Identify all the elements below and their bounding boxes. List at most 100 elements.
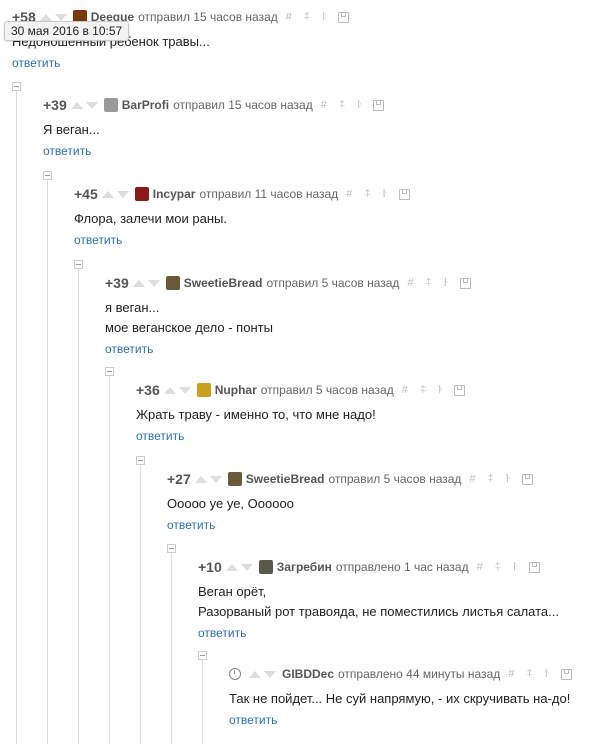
upvote-icon[interactable]	[249, 670, 261, 678]
downvote-icon[interactable]	[85, 101, 98, 109]
link-icon[interactable]: #	[286, 11, 298, 23]
save-icon[interactable]	[459, 277, 471, 289]
reply-link[interactable]: ответить	[229, 713, 277, 727]
reply-link[interactable]: ответить	[198, 626, 246, 640]
save-icon[interactable]	[521, 473, 533, 485]
avatar[interactable]	[134, 187, 149, 201]
comment-author[interactable]: SweetieBread	[246, 472, 325, 486]
downvote-icon[interactable]	[178, 386, 191, 394]
reply-link[interactable]: ответить	[105, 342, 153, 356]
save-icon[interactable]	[398, 188, 410, 200]
collapse-toggle[interactable]	[198, 651, 207, 660]
comment-rating: +39	[43, 97, 67, 113]
upvote-icon[interactable]	[225, 563, 238, 571]
comment-time: отправлено 44 минуты назад	[338, 667, 501, 681]
save-icon[interactable]	[338, 11, 350, 23]
comment-author[interactable]: Incypar	[153, 187, 196, 201]
comment-author[interactable]: GIBDDec	[282, 667, 334, 681]
reply-link[interactable]: ответить	[167, 518, 215, 532]
downvote-icon[interactable]	[116, 190, 129, 198]
comment: +10 Загребин отправлено 1 час назад # ⍏ ŀ Вега…	[198, 558, 559, 642]
collapse-toggle[interactable]	[136, 456, 145, 465]
avatar[interactable]	[103, 98, 118, 112]
collapse-toggle[interactable]	[43, 171, 52, 180]
thread-line	[202, 657, 203, 744]
link-icon[interactable]: #	[402, 384, 414, 396]
comment-author[interactable]: Загребин	[277, 560, 332, 574]
comment-body: Жрать траву - именно то, что мне надо!	[136, 405, 465, 425]
thread-line	[109, 373, 110, 744]
downvote-icon[interactable]	[54, 13, 67, 21]
parent-icon[interactable]: ⍏	[488, 473, 501, 486]
avatar[interactable]	[227, 472, 242, 486]
thread-line	[78, 266, 79, 744]
comment-author[interactable]: Nuphar	[215, 383, 257, 397]
comment-text-line: Жрать траву - именно то, что мне надо!	[136, 407, 376, 422]
downvote-icon[interactable]	[147, 279, 160, 287]
reply-link[interactable]: ответить	[136, 429, 184, 443]
clock-icon	[229, 668, 241, 680]
thread-line	[47, 177, 48, 744]
comment: GIBDDec отправлено 44 минуты назад # ⍏ ŀ Так …	[229, 665, 572, 729]
avatar[interactable]	[196, 383, 211, 397]
downvote-icon[interactable]	[209, 475, 222, 483]
comment-rating: +27	[167, 471, 191, 487]
save-icon[interactable]	[529, 561, 541, 573]
comment-text-line: Так не пойдет... Не суй напрямую, - их с…	[229, 691, 571, 706]
avatar[interactable]	[258, 560, 273, 574]
parent-icon[interactable]: ⍏	[420, 384, 433, 397]
save-icon[interactable]	[454, 384, 466, 396]
link-icon[interactable]: #	[346, 188, 358, 200]
branch-icon[interactable]: ŀ	[506, 473, 516, 485]
thread-line	[16, 88, 17, 744]
comment-author[interactable]: SweetieBread	[184, 276, 263, 290]
comment-rating: +36	[136, 382, 160, 398]
collapse-toggle[interactable]	[12, 82, 21, 91]
comment-tools: # ⍏ ŀ	[346, 188, 410, 201]
branch-icon[interactable]: ŀ	[383, 188, 393, 200]
reply-link[interactable]: ответить	[12, 56, 60, 70]
link-icon[interactable]: #	[469, 473, 481, 485]
collapse-toggle[interactable]	[105, 367, 114, 376]
upvote-icon[interactable]	[70, 101, 83, 109]
downvote-icon[interactable]	[240, 563, 253, 571]
comment-rating: +10	[198, 559, 222, 575]
branch-icon[interactable]: ŀ	[513, 561, 523, 573]
comment-body: Я веган...	[43, 120, 384, 140]
comment-rating: +45	[74, 186, 98, 202]
upvote-icon[interactable]	[132, 279, 145, 287]
downvote-icon[interactable]	[264, 670, 276, 678]
link-icon[interactable]: #	[321, 99, 333, 111]
parent-icon[interactable]: ⍏	[339, 99, 352, 112]
parent-icon[interactable]: ⍏	[526, 668, 539, 681]
upvote-icon[interactable]	[194, 475, 207, 483]
branch-icon[interactable]: ŀ	[438, 384, 448, 396]
upvote-icon[interactable]	[163, 386, 176, 394]
reply-link[interactable]: ответить	[74, 233, 122, 247]
parent-icon[interactable]: ⍏	[495, 561, 508, 574]
save-icon[interactable]	[560, 668, 572, 680]
comment-tools: # ⍏ ŀ	[407, 277, 471, 290]
parent-icon[interactable]: ⍏	[364, 188, 377, 201]
thread-line	[140, 462, 141, 744]
reply-link[interactable]: ответить	[43, 144, 91, 158]
branch-icon[interactable]: ŀ	[357, 99, 367, 111]
link-icon[interactable]: #	[407, 277, 419, 289]
branch-icon[interactable]: ŀ	[444, 277, 454, 289]
parent-icon[interactable]: ⍏	[426, 277, 439, 290]
avatar[interactable]	[165, 276, 180, 290]
link-icon[interactable]: #	[477, 561, 489, 573]
save-icon[interactable]	[373, 99, 385, 111]
branch-icon[interactable]: ŀ	[545, 668, 555, 680]
upvote-icon[interactable]	[101, 190, 114, 198]
comment-author[interactable]: BarProfi	[122, 98, 169, 112]
comment-tools: # ⍏ ŀ	[469, 473, 533, 486]
collapse-toggle[interactable]	[167, 544, 176, 553]
upvote-icon[interactable]	[39, 13, 52, 21]
parent-icon[interactable]: ⍏	[304, 11, 317, 24]
branch-icon[interactable]: ŀ	[322, 11, 332, 23]
comment-text-line: мое веганское дело - понты	[105, 320, 273, 335]
comment-body: я веган... мое веганское дело - понты	[105, 298, 471, 338]
link-icon[interactable]: #	[508, 668, 520, 680]
collapse-toggle[interactable]	[74, 260, 83, 269]
